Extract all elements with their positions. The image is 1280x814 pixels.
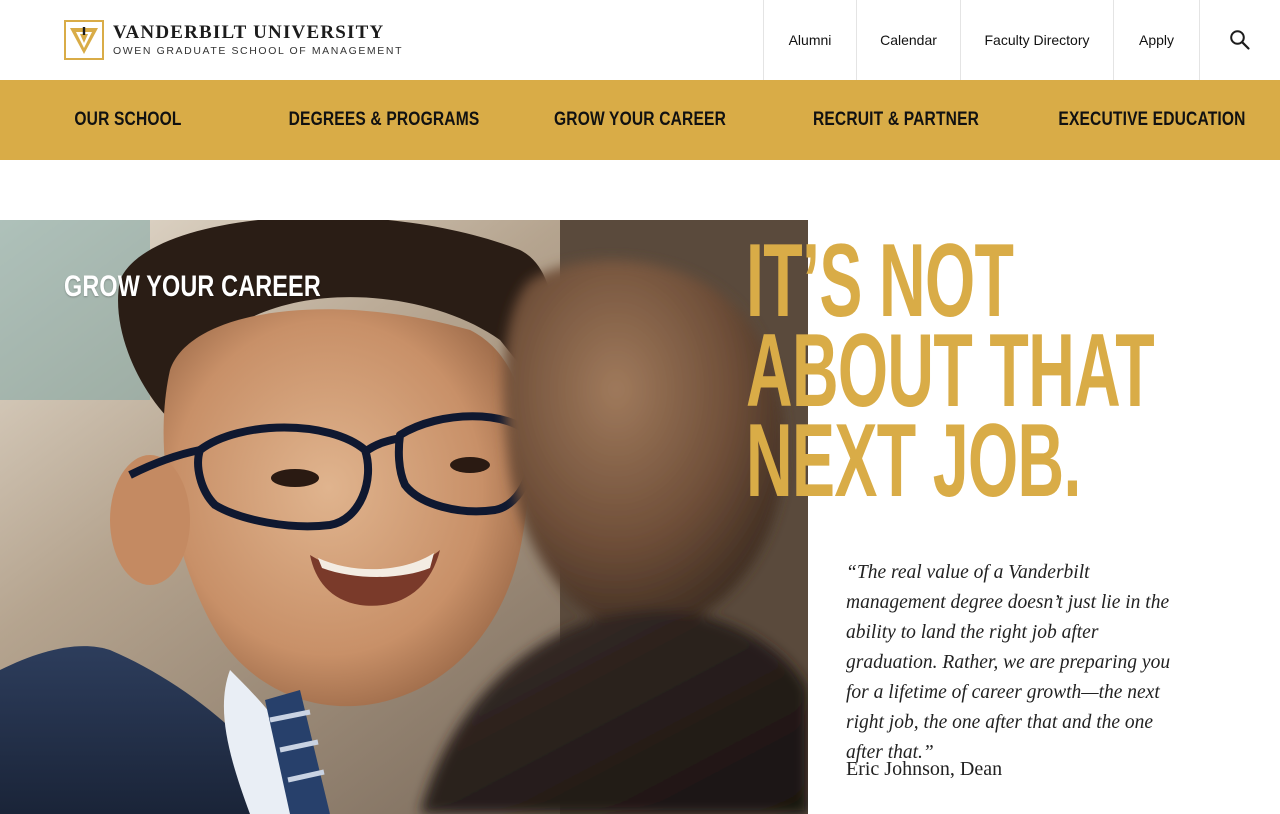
utility-link-alumni[interactable]: Alumni (763, 0, 856, 80)
nav-executive-education[interactable]: EXECUTIVE EDUCATION (1038, 80, 1266, 160)
nav-executive-education-label: EXECUTIVE EDUCATION (1058, 109, 1246, 130)
nav-degrees-programs[interactable]: DEGREES & PROGRAMS (268, 80, 501, 160)
quote-attribution: Eric Johnson, Dean (846, 758, 1003, 780)
nav-recruit-partner[interactable]: RECRUIT & PARTNER (795, 80, 998, 160)
nav-grow-your-career[interactable]: GROW YOUR CAREER (535, 80, 745, 160)
utility-link-apply[interactable]: Apply (1113, 0, 1199, 80)
nav-our-school[interactable]: OUR SCHOOL (63, 80, 194, 160)
main-nav: OUR SCHOOL DEGREES & PROGRAMS GROW YOUR … (0, 80, 1280, 160)
hero-headline-line-3: NEXT JOB. (746, 403, 1081, 519)
hero-headline: IT’S NOT ABOUT THAT NEXT JOB. (746, 229, 1155, 519)
nav-our-school-label: OUR SCHOOL (74, 109, 182, 130)
utility-nav: Alumni Calendar Faculty Directory Apply (763, 0, 1280, 80)
hero-photo-student-smiling (0, 220, 808, 814)
nav-grow-your-career-label: GROW YOUR CAREER (553, 109, 727, 130)
vanderbilt-owen-logo[interactable]: VANDERBILT UNIVERSITY OWEN GRADUATE SCHO… (64, 20, 403, 60)
dean-quote: “The real value of a Vanderbilt manageme… (846, 562, 1171, 763)
nav-degrees-programs-label: DEGREES & PROGRAMS (288, 109, 480, 130)
logo-school-name: OWEN GRADUATE SCHOOL OF MANAGEMENT (113, 45, 404, 57)
logo-wordmark: VANDERBILT UNIVERSITY OWEN GRADUATE SCHO… (113, 22, 404, 58)
site-header: VANDERBILT UNIVERSITY OWEN GRADUATE SCHO… (0, 0, 1280, 80)
logo-university-name: VANDERBILT UNIVERSITY (113, 22, 385, 43)
hero-section-label: GROW YOUR CAREER (64, 270, 321, 303)
vanderbilt-v-logo-icon (64, 20, 104, 60)
search-icon (1230, 30, 1250, 50)
search-button[interactable] (1199, 0, 1280, 80)
utility-link-calendar[interactable]: Calendar (856, 0, 960, 80)
nav-recruit-partner-label: RECRUIT & PARTNER (812, 109, 980, 130)
utility-link-faculty-directory[interactable]: Faculty Directory (960, 0, 1113, 80)
